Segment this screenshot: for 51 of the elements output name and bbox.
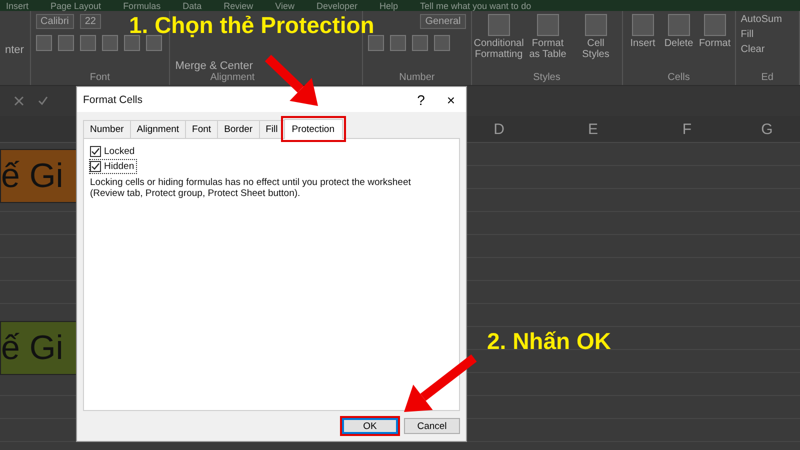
spreadsheet-cell: ế Gi bbox=[0, 321, 78, 375]
dialog-title: Format Cells bbox=[83, 94, 144, 106]
merge-center-button[interactable]: Merge & Center bbox=[175, 60, 253, 72]
ribbon-button[interactable]: Fill bbox=[740, 29, 794, 40]
spreadsheet-cell: ế Gi bbox=[0, 149, 78, 203]
menu-tab[interactable]: Formulas bbox=[123, 0, 161, 10]
checkbox-option[interactable]: Locked bbox=[90, 145, 137, 158]
column-header: D bbox=[492, 120, 506, 138]
cancel-button[interactable]: Cancel bbox=[404, 418, 460, 434]
ribbon-button[interactable]: Conditional Formatting bbox=[474, 38, 524, 60]
column-header: F bbox=[681, 120, 693, 138]
ribbon-button[interactable]: Cell Styles bbox=[574, 38, 617, 60]
group-label: Alignment bbox=[209, 72, 256, 85]
close-button[interactable]: × bbox=[436, 88, 466, 110]
cancel-icon[interactable] bbox=[14, 96, 24, 106]
menu-tab[interactable]: Developer bbox=[316, 0, 358, 10]
group-label: Number bbox=[398, 72, 436, 85]
arrow-drawing bbox=[264, 54, 318, 106]
step-caption: 2. Nhấn OK bbox=[487, 328, 611, 354]
ribbon-button[interactable]: Clear bbox=[740, 44, 794, 55]
ribbon-button[interactable]: Format as Table bbox=[526, 38, 569, 60]
menu-tab[interactable]: Page Layout bbox=[50, 0, 102, 10]
checkbox[interactable] bbox=[90, 146, 101, 157]
column-header: G bbox=[760, 120, 774, 138]
group-label: Ed bbox=[760, 72, 774, 85]
checkbox-option[interactable]: Hidden bbox=[90, 160, 136, 173]
ribbon-button[interactable]: AutoSum bbox=[740, 14, 794, 25]
description-text: Locking cells or hiding formulas has no effect until you protect the worksheet (Review tab, Protect group, Protect Sheet button). bbox=[90, 177, 412, 199]
font-size-field[interactable]: 22 bbox=[80, 14, 101, 29]
number-format-field[interactable]: General bbox=[420, 14, 466, 29]
dialog-tab[interactable]: Number bbox=[83, 120, 131, 138]
check-icon[interactable] bbox=[38, 96, 48, 106]
ribbon-button[interactable]: Insert bbox=[630, 38, 656, 49]
font-name-field[interactable]: Calibri bbox=[36, 14, 74, 29]
ribbon-button[interactable]: Delete bbox=[664, 38, 694, 49]
menu-tab[interactable]: Data bbox=[182, 0, 202, 10]
step-caption: 1. Chọn thẻ Protection bbox=[129, 12, 374, 38]
tell-me-search[interactable]: Tell me what you want to do bbox=[420, 0, 532, 10]
ribbon-button[interactable]: Format bbox=[698, 38, 731, 49]
group-label: Font bbox=[88, 72, 111, 85]
menu-tab[interactable]: View bbox=[275, 0, 294, 10]
ribbon-label: nter bbox=[5, 44, 25, 56]
checkbox[interactable] bbox=[90, 161, 101, 172]
menu-tab[interactable]: Insert bbox=[6, 0, 29, 10]
menu-tab[interactable]: Review bbox=[224, 0, 254, 10]
group-label: Cells bbox=[666, 72, 691, 85]
column-header: E bbox=[586, 120, 599, 138]
help-button[interactable]: ? bbox=[406, 88, 436, 110]
ok-button[interactable]: OK bbox=[342, 418, 398, 434]
group-label: Styles bbox=[532, 72, 562, 85]
menu-tab[interactable]: Help bbox=[380, 0, 398, 10]
